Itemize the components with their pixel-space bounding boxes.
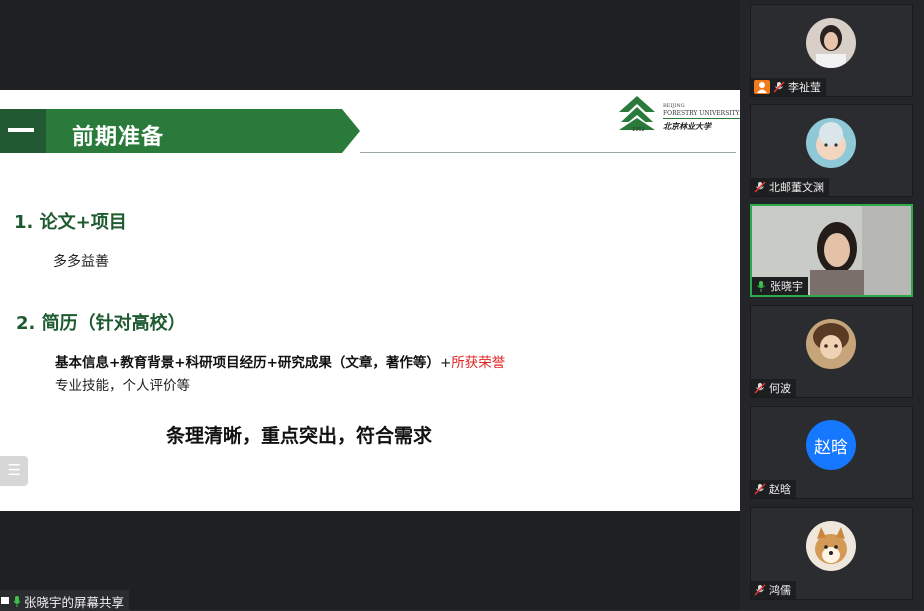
participant-nametag: 李祉莹 [751,78,826,96]
mic-off-icon [773,81,785,93]
slide-title: 前期准备 [72,125,165,150]
screen-share-owner: 张晓宇的屏幕共享 [24,594,125,610]
avatar [806,118,856,168]
participant-nametag: 北邮董文渊 [751,178,829,196]
participant-tile[interactable]: 李祉莹 [750,4,913,97]
mic-on-icon [757,281,765,292]
host-icon [754,80,770,94]
avatar-initials: 赵晗 [806,420,856,470]
resume-contents-bold: 基本信息+教育背景+科研项目经历+研究成果（文章，著作等） [55,355,440,371]
logo-text-forestry-university: FORESTRY UNIVERSITY [663,110,740,119]
mic-off-icon [754,382,766,394]
mic-off-icon [754,483,766,495]
participant-name: 何波 [769,382,791,395]
text-the-more-the-better: 多多益善 [53,254,109,270]
screen-share-icon [1,597,9,604]
mic-off-icon [754,584,766,596]
presentation-slide: 前期准备 BEIJING FORESTRY UNIVERSITY 北京林业大学 … [0,90,740,511]
resume-skills-line: 专业技能，个人评价等 [55,378,190,394]
participant-name: 鸿儒 [769,584,791,597]
logo-text-beijing: BEIJING [663,103,685,109]
shared-screen-area: 前期准备 BEIJING FORESTRY UNIVERSITY 北京林业大学 … [0,0,740,610]
logo-text-chinese: 北京林业大学 [663,121,711,131]
heading-resume: 2. 简历（针对高校） [16,313,186,334]
participant-tile-active-speaker[interactable]: 张晓宇 [750,204,913,297]
participant-name: 北邮董文渊 [769,181,824,194]
participant-tile[interactable]: 鸿儒 [750,507,913,600]
participant-nametag: 赵晗 [751,480,796,498]
section-number-block [0,109,46,153]
list-icon: ☰ [7,461,21,479]
participant-name: 赵晗 [769,483,791,496]
participant-nametag: 何波 [751,379,796,397]
avatar [806,521,856,571]
screen-share-label: 张晓宇的屏幕共享 [0,590,130,610]
awards-highlight: 所获荣誉 [451,355,506,371]
participant-name: 李祉莹 [788,81,821,94]
heading-papers-projects: 1. 论文+项目 [14,212,127,233]
mic-on-icon [13,595,21,607]
participant-nametag: 张晓宇 [752,277,808,295]
participant-nametag: 鸿儒 [751,581,796,599]
logo-year: 1952 [632,127,645,133]
participant-name: 张晓宇 [770,280,803,293]
section-number-dash [8,128,34,132]
participant-tile[interactable]: 赵晗 赵晗 [750,406,913,499]
mic-off-icon [754,181,766,193]
participant-tile[interactable]: 北邮董文渊 [750,104,913,197]
avatar [806,319,856,369]
participant-tile[interactable]: 何波 [750,305,913,398]
resume-contents-line: 基本信息+教育背景+科研项目经历+研究成果（文章，著作等）+所获荣誉 [55,351,505,371]
summary-slogan: 条理清晰，重点突出，符合需求 [166,425,433,447]
plus-sign: + [439,355,452,371]
header-divider [360,152,736,153]
avatar [806,18,856,68]
slide-list-button[interactable]: ☰ [0,456,28,486]
